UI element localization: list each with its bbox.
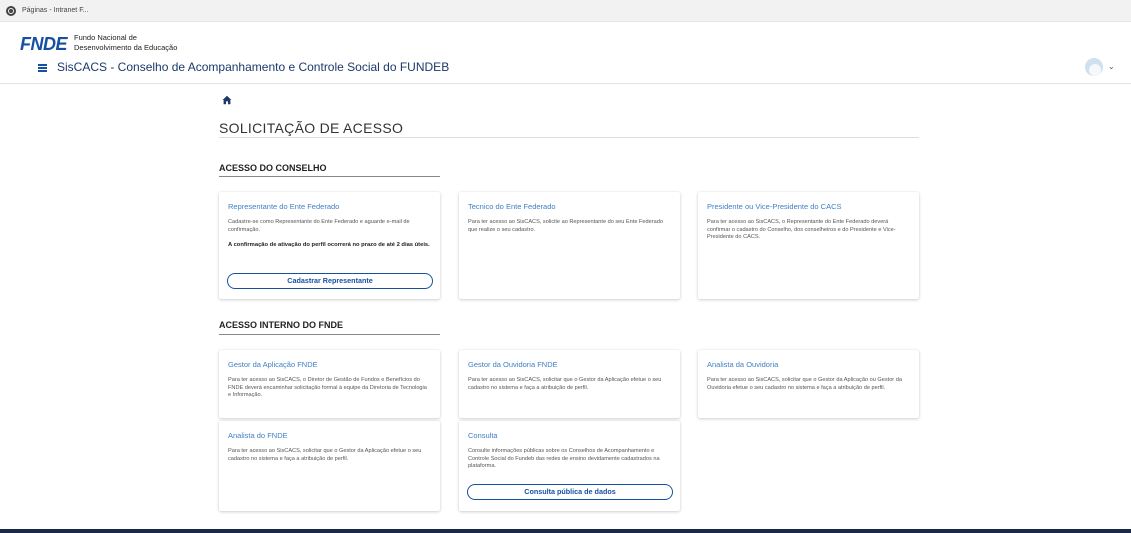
card-title[interactable]: Presidente ou Vice-Presidente do CACS bbox=[707, 202, 910, 211]
card-text: Para ter acesso ao SisCACS, o Representa… bbox=[707, 219, 896, 241]
card-tecnico: Tecnico do Ente Federado Para ter acesso… bbox=[459, 192, 680, 299]
home-icon[interactable] bbox=[222, 95, 232, 105]
card-text: Consulte informações públicas sobre os C… bbox=[468, 448, 660, 470]
card-note: A confirmação de ativação do perfil ocor… bbox=[228, 242, 430, 249]
browser-tab-title: Páginas - Intranet F... bbox=[22, 7, 89, 14]
card-title[interactable]: Tecnico do Ente Federado bbox=[468, 202, 671, 211]
card-title[interactable]: Gestor da Aplicação FNDE bbox=[228, 360, 431, 369]
browser-tab[interactable]: Páginas - Intranet F... bbox=[0, 0, 1131, 22]
card-text: Cadastre-se como Representante do Ente F… bbox=[228, 219, 410, 233]
section-divider bbox=[219, 334, 440, 335]
title-divider bbox=[219, 137, 919, 138]
card-text: Para ter acesso ao SisCACS, solicite ao … bbox=[468, 219, 663, 233]
fnde-logo[interactable]: FNDE bbox=[20, 34, 68, 55]
avatar[interactable] bbox=[1085, 58, 1103, 76]
card-text: Para ter acesso ao SisCACS, o Diretor de… bbox=[228, 377, 427, 399]
app-title: SisCACS - Conselho de Acompanhamento e C… bbox=[57, 60, 450, 74]
card-gestor-aplicacao: Gestor da Aplicação FNDE Para ter acesso… bbox=[219, 350, 440, 418]
section-title-interno: ACESSO INTERNO DO FNDE bbox=[219, 320, 344, 330]
card-gestor-ouvidoria: Gestor da Ouvidoria FNDE Para ter acesso… bbox=[459, 350, 680, 418]
card-title[interactable]: Gestor da Ouvidoria FNDE bbox=[468, 360, 671, 369]
hamburger-icon[interactable] bbox=[38, 64, 47, 72]
site-header: FNDE Fundo Nacional de Desenvolvimento d… bbox=[0, 22, 1131, 84]
logo-line-1: Fundo Nacional de bbox=[74, 33, 137, 42]
section-divider bbox=[219, 176, 440, 177]
logo-caption: Fundo Nacional de Desenvolvimento da Edu… bbox=[74, 33, 177, 53]
card-presidente: Presidente ou Vice-Presidente do CACS Pa… bbox=[698, 192, 919, 299]
card-text: Para ter acesso ao SisCACS, solicitar qu… bbox=[228, 448, 422, 462]
card-text: Para ter acesso ao SisCACS, solicitar qu… bbox=[468, 377, 662, 391]
card-title[interactable]: Representante do Ente Federado bbox=[228, 202, 431, 211]
card-consulta: Consulta Consulte informações públicas s… bbox=[459, 421, 680, 511]
card-text: Para ter acesso ao SisCACS, solicitar qu… bbox=[707, 377, 902, 391]
card-title[interactable]: Analista do FNDE bbox=[228, 431, 431, 440]
consulta-publica-button[interactable]: Consulta pública de dados bbox=[467, 484, 673, 500]
page-title: SOLICITAÇÃO DE ACESSO bbox=[219, 120, 404, 136]
footer-bar bbox=[0, 529, 1131, 533]
card-title[interactable]: Analista da Ouvidoria bbox=[707, 360, 910, 369]
card-analista-ouvidoria: Analista da Ouvidoria Para ter acesso ao… bbox=[698, 350, 919, 418]
card-representante: Representante do Ente Federado Cadastre-… bbox=[219, 192, 440, 299]
card-title[interactable]: Consulta bbox=[468, 431, 671, 440]
logo-line-2: Desenvolvimento da Educação bbox=[74, 43, 178, 52]
globe-icon bbox=[6, 5, 16, 16]
card-analista-fnde: Analista do FNDE Para ter acesso ao SisC… bbox=[219, 421, 440, 511]
section-title-conselho: ACESSO DO CONSELHO bbox=[219, 163, 327, 173]
chevron-down-icon[interactable]: ⌄ bbox=[1108, 62, 1115, 71]
cadastrar-representante-button[interactable]: Cadastrar Representante bbox=[227, 273, 433, 289]
